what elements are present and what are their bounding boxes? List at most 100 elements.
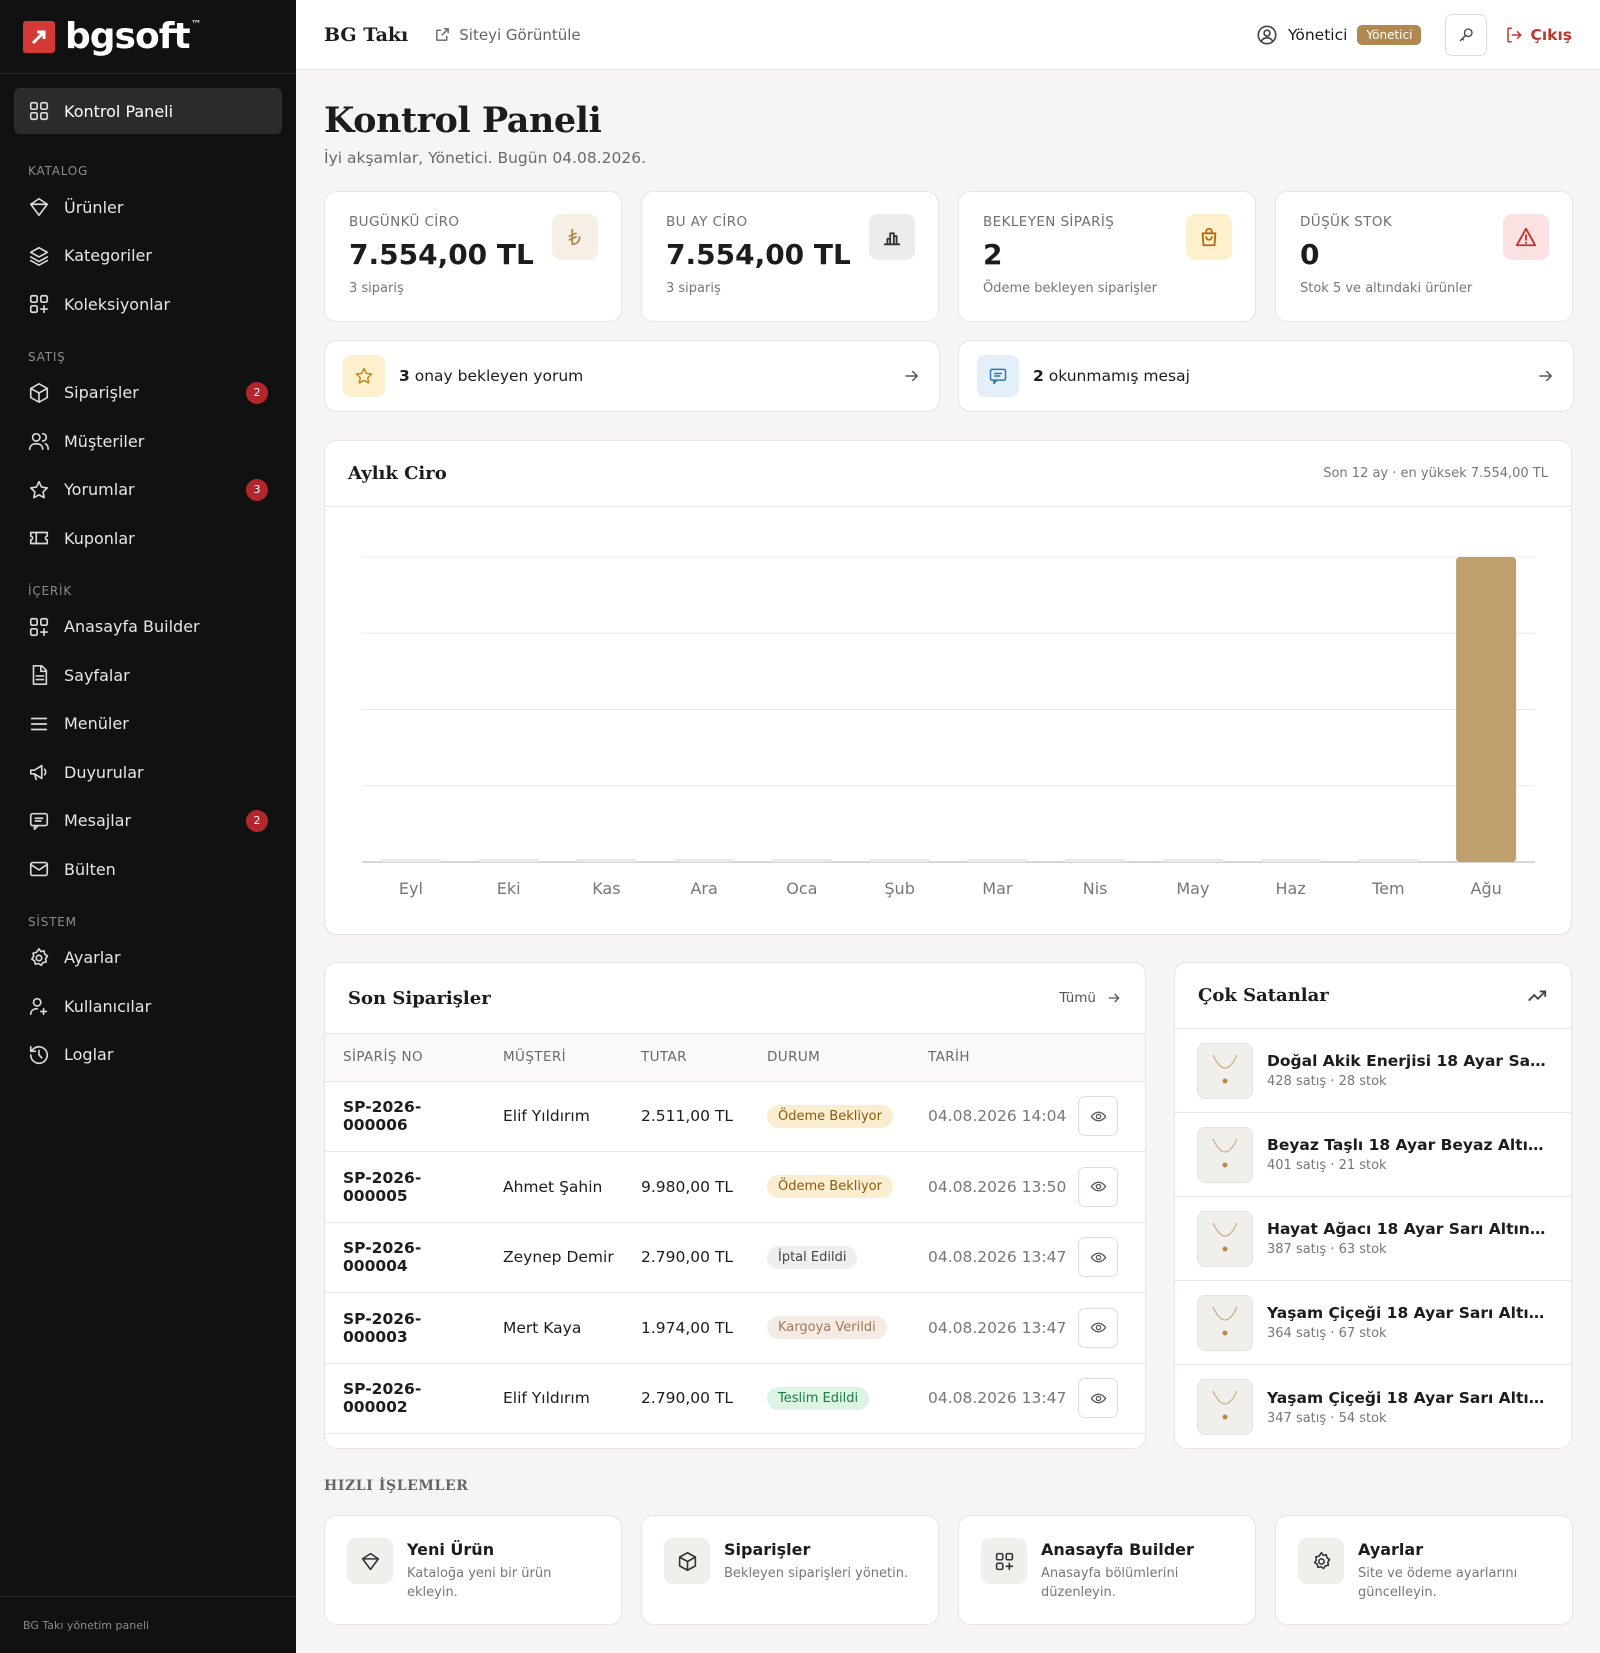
table-row[interactable]: SP-2026-000002 Elif Yıldırım 2.790,00 TL Te…	[325, 1363, 1145, 1434]
chart-x-tick-label: Kas	[592, 879, 620, 898]
table-row[interactable]: SP-2026-000003 Mert Kaya 1.974,00 TL Kargoy…	[325, 1292, 1145, 1364]
sidebar-item-ürünler[interactable]: Ürünler	[14, 184, 282, 230]
all-orders-link[interactable]: Tümü	[1059, 990, 1122, 1006]
product-name: Doğal Akik Enerjisi 18 Ayar Sarı Altı...	[1267, 1052, 1547, 1070]
sidebar-item-label: Kontrol Paneli	[64, 101, 174, 121]
quick-action-name: Ayarlar	[1358, 1540, 1424, 1559]
sidebar-item-koleksiyonlar[interactable]: Koleksiyonlar	[14, 281, 282, 327]
chart-bar[interactable]	[1260, 859, 1321, 862]
list-item[interactable]: Hayat Ağacı 18 Ayar Sarı Altın Kapl... 38…	[1175, 1197, 1571, 1281]
sidebar-item-kullanıcılar[interactable]: Kullanıcılar	[14, 983, 282, 1029]
list-item[interactable]: Doğal Akik Enerjisi 18 Ayar Sarı Altı...…	[1175, 1029, 1571, 1113]
change-password-button[interactable]	[1445, 13, 1488, 56]
chart-bar[interactable]	[1456, 557, 1517, 862]
orders-header: Son Siparişler Tümü	[325, 963, 1145, 1034]
logo[interactable]: bgsoft ™	[0, 0, 296, 74]
chart-bar[interactable]	[674, 859, 735, 862]
sidebar-item-siparişler[interactable]: Siparişler 2	[14, 370, 282, 416]
view-order-button[interactable]	[1078, 1096, 1118, 1137]
quick-action-name: Anasayfa Builder	[1041, 1540, 1194, 1559]
status-badge: Ödeme Bekliyor	[767, 1175, 893, 1199]
quick-action-siparişler[interactable]: Siparişler Bekleyen siparişleri yönetin.	[641, 1515, 939, 1625]
view-order-button[interactable]	[1078, 1237, 1118, 1278]
bestsellers-list: Doğal Akik Enerjisi 18 Ayar Sarı Altı...…	[1175, 1029, 1571, 1448]
sidebar-item-anasayfa-builder[interactable]: Anasayfa Builder	[14, 604, 282, 650]
chart-bar[interactable]	[869, 859, 930, 862]
chart-bar[interactable]	[771, 859, 832, 862]
sidebar-item-kategoriler[interactable]: Kategoriler	[14, 233, 282, 279]
sidebar-item-duyurular[interactable]: Duyurular	[14, 749, 282, 795]
chart-x-tick-label: Oca	[786, 879, 817, 898]
grid-plus-icon	[28, 293, 50, 315]
order-actions	[1078, 1292, 1145, 1364]
sidebar-item-label: Duyurular	[64, 762, 144, 782]
sidebar-item-bülten[interactable]: Bülten	[14, 846, 282, 892]
chart-bar[interactable]	[478, 859, 539, 862]
order-number: SP-2026-000002	[325, 1363, 485, 1434]
sidebar-item-label: Koleksiyonlar	[64, 294, 171, 314]
order-customer: Mert Kaya	[485, 1292, 623, 1364]
order-status-cell: İptal Edildi	[749, 1222, 910, 1293]
table-row[interactable]: SP-2026-000005 Ahmet Şahin 9.980,00 TL Ödem…	[325, 1151, 1145, 1223]
sidebar-item-menüler[interactable]: Menüler	[14, 701, 282, 747]
chart-bar[interactable]	[380, 859, 441, 862]
view-order-button[interactable]	[1078, 1166, 1118, 1207]
sidebar-item-kontrol-paneli[interactable]: Kontrol Paneli	[14, 88, 282, 134]
sidebar-item-loglar[interactable]: Loglar	[14, 1032, 282, 1078]
order-amount: 2.511,00 TL	[623, 1081, 749, 1152]
product-name: Beyaz Taşlı 18 Ayar Beyaz Altın Kap...	[1267, 1136, 1547, 1154]
quick-action-yeni-ürün[interactable]: Yeni Ürün Kataloğa yeni bir ürün ekleyin.	[324, 1515, 622, 1625]
chart-header: Aylık Ciro Son 12 ay · en yüksek 7.554,0…	[325, 441, 1571, 507]
list-item[interactable]: Beyaz Taşlı 18 Ayar Beyaz Altın Kap... 40…	[1175, 1113, 1571, 1197]
chart-bar[interactable]	[967, 859, 1028, 862]
topbar: BG Takı Siteyi Görüntüle Yönetici Yöneti…	[296, 0, 1600, 70]
sidebar-item-yorumlar[interactable]: Yorumlar 3	[14, 467, 282, 513]
sidebar-item-sayfalar[interactable]: Sayfalar	[14, 652, 282, 698]
notice-card[interactable]: 2 okunmamış mesaj	[958, 340, 1574, 412]
chart-bar[interactable]	[1065, 859, 1126, 862]
user-circle-icon	[1256, 24, 1278, 46]
sidebar-item-label: Mesajlar	[64, 811, 132, 830]
logout-button[interactable]: Çıkış	[1505, 26, 1572, 44]
stat-card: BEKLEYEN SİPARİŞ 2 Ödeme bekleyen siparişl…	[958, 191, 1256, 322]
quick-action-ayarlar[interactable]: Ayarlar Site ve ödeme ayarlarını güncelle…	[1275, 1515, 1573, 1625]
quick-action-anasayfa-builder[interactable]: Anasayfa Builder Anasayfa bölümlerini düz…	[958, 1515, 1256, 1625]
table-row[interactable]: SP-2026-000006 Elif Yıldırım 2.511,00 TL Öd…	[325, 1081, 1145, 1152]
topbar-right: Yönetici Yönetici Çıkış	[1256, 13, 1572, 56]
product-meta: 347 satış · 54 stok	[1267, 1410, 1387, 1426]
view-order-button[interactable]	[1078, 1378, 1118, 1419]
quick-actions-title: HIZLI İŞLEMLER	[324, 1478, 469, 1494]
chart-bar[interactable]	[576, 859, 637, 862]
nav-count-badge: 3	[246, 478, 268, 501]
notice-card[interactable]: 3 onay bekleyen yorum	[324, 340, 940, 412]
page-subtitle: İyi akşamlar, Yönetici. Bugün 04.08.2026…	[324, 149, 647, 167]
product-thumbnail	[1197, 1210, 1253, 1267]
order-date: 04.08.2026 13:47	[910, 1222, 1078, 1293]
page-title: Kontrol Paneli	[324, 100, 602, 141]
view-order-button[interactable]	[1078, 1307, 1118, 1348]
product-thumbnail	[1197, 1294, 1253, 1351]
list-item[interactable]: Yaşam Çiçeği 18 Ayar Sarı Altın Kap... 36…	[1175, 1281, 1571, 1365]
sidebar-item-müşteriler[interactable]: Müşteriler	[14, 418, 282, 464]
chart-bar[interactable]	[1358, 859, 1419, 862]
bar-chart-icon	[869, 214, 915, 260]
list-item[interactable]: Yaşam Çiçeği 18 Ayar Sarı Altın Kap... 34…	[1175, 1365, 1571, 1448]
eye-icon	[1090, 1390, 1107, 1407]
history-icon	[28, 1044, 50, 1066]
product-name: Yaşam Çiçeği 18 Ayar Sarı Altın Kap...	[1267, 1304, 1547, 1322]
nav-section-title: SİSTEM	[28, 914, 77, 929]
sidebar-item-ayarlar[interactable]: Ayarlar	[14, 935, 282, 981]
chart-bar[interactable]	[1162, 859, 1223, 862]
nav-count-badge: 2	[246, 809, 268, 832]
sidebar-item-kuponlar[interactable]: Kuponlar	[14, 515, 282, 561]
view-site-link[interactable]: Siteyi Görüntüle	[434, 26, 581, 44]
table-row[interactable]: SP-2026-000004 Zeynep Demir 2.790,00 TL İpt…	[325, 1222, 1145, 1293]
logo-mark-icon	[23, 20, 55, 53]
stat-note: 3 sipariş	[666, 281, 721, 296]
product-name: Hayat Ağacı 18 Ayar Sarı Altın Kapl...	[1267, 1220, 1547, 1238]
order-amount: 9.980,00 TL	[623, 1151, 749, 1223]
quick-action-text: Anasayfa Builder Anasayfa bölümlerini düz…	[1041, 1538, 1233, 1603]
sidebar-item-mesajlar[interactable]: Mesajlar 2	[14, 798, 282, 844]
user-menu[interactable]: Yönetici Yönetici	[1256, 24, 1422, 46]
stat-card: BUGÜNKÜ CİRO 7.554,00 TL 3 sipariş	[324, 191, 622, 322]
